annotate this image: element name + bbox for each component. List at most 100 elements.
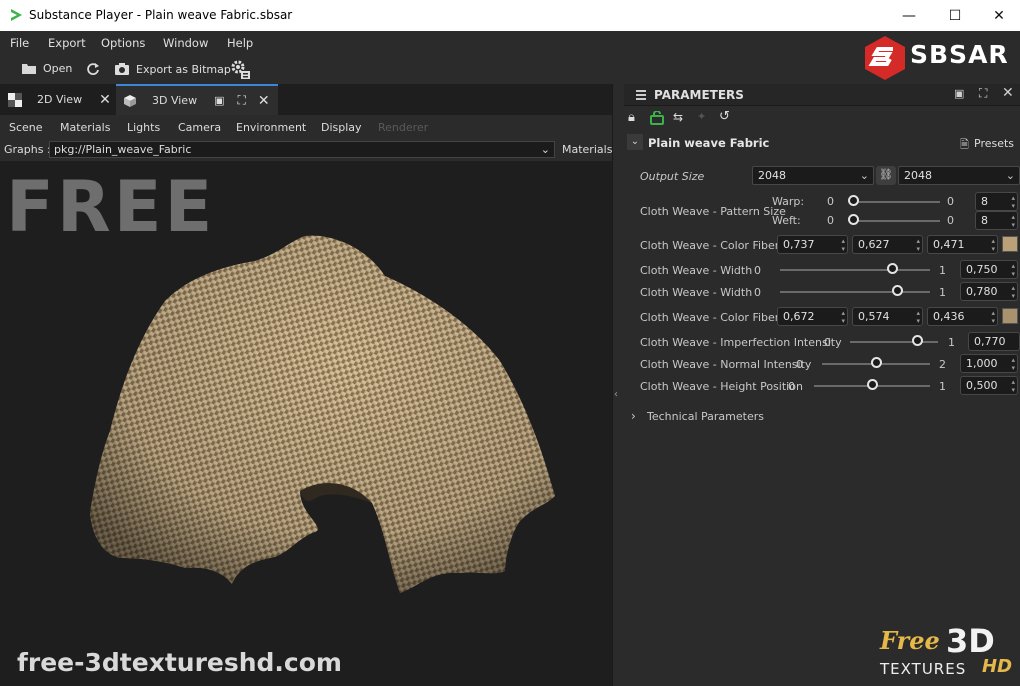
normal-max: 2 bbox=[939, 358, 946, 371]
menu-help[interactable]: Help bbox=[227, 36, 253, 50]
height-input[interactable]: 0,500 ▴ ▾ bbox=[960, 376, 1018, 395]
restore-icon[interactable]: ▣ bbox=[954, 87, 964, 100]
normal-label: Cloth Weave - Normal Intensity bbox=[640, 358, 812, 371]
panel-splitter[interactable]: ‹ bbox=[612, 84, 624, 686]
menu-export[interactable]: Export bbox=[48, 36, 86, 50]
imperfection-max: 1 bbox=[948, 336, 955, 349]
graphs-label: Graphs : bbox=[4, 143, 51, 156]
open-button[interactable]: Open bbox=[21, 62, 72, 75]
maximize-button[interactable]: ☐ bbox=[932, 0, 978, 31]
camera-icon bbox=[115, 63, 129, 75]
color1-r-input[interactable]: 0,737 ▴ ▾ bbox=[777, 235, 848, 254]
menu-lights[interactable]: Lights bbox=[127, 121, 160, 134]
weft-value: 8 bbox=[981, 214, 988, 227]
tab-3d-label: 3D View bbox=[152, 94, 198, 107]
parameters-title: PARAMETERS bbox=[654, 88, 744, 102]
chevron-down-icon[interactable]: ⌄ bbox=[627, 134, 643, 150]
parameters-panel: PARAMETERS ▣ ⛶ ✕ 🔒︎ ⇆ ✦ ↺ ⌄ Plain weave … bbox=[624, 84, 1020, 686]
sbsar-logo-text: SBSAR bbox=[910, 40, 1009, 69]
color1-swatch[interactable] bbox=[1002, 236, 1018, 252]
reset-icon[interactable]: ↺ bbox=[719, 109, 730, 124]
link-size-icon[interactable]: ⛓ bbox=[876, 166, 896, 185]
width1-max: 1 bbox=[939, 264, 946, 277]
normal-slider-handle[interactable] bbox=[870, 357, 882, 368]
weft-slider-handle[interactable] bbox=[848, 214, 859, 225]
color2-r-input[interactable]: 0,672 ▴ ▾ bbox=[777, 307, 848, 326]
close-icon[interactable]: ✕ bbox=[1002, 85, 1014, 101]
width1-label: Cloth Weave - Width bbox=[640, 264, 753, 277]
output-height-select[interactable]: 2048 ⌄ bbox=[898, 166, 1020, 185]
menu-scene[interactable]: Scene bbox=[9, 121, 43, 134]
menu-options[interactable]: Options bbox=[101, 36, 145, 50]
lock-icon[interactable]: 🔒︎ bbox=[628, 110, 635, 125]
export-bitmap-button[interactable]: Export as Bitmap bbox=[114, 62, 231, 76]
technical-parameters[interactable]: Technical Parameters bbox=[647, 410, 764, 423]
group-header[interactable]: ⌄ Plain weave Fabric 🗎 Presets bbox=[624, 132, 1020, 154]
random-seed-icon[interactable] bbox=[650, 111, 664, 125]
height-max: 1 bbox=[939, 380, 946, 393]
chevron-down-icon: ⌄ bbox=[1005, 169, 1015, 182]
tab-2d-view[interactable]: 2D View ✕ bbox=[0, 84, 114, 115]
maximize-icon[interactable]: ⛶ bbox=[979, 86, 987, 101]
warp-slider-handle[interactable] bbox=[848, 195, 859, 206]
color2-g-input[interactable]: 0,574 ▴ ▾ bbox=[852, 307, 923, 326]
imperfection-slider-track[interactable] bbox=[850, 341, 938, 343]
link-params-icon[interactable]: ⇆ bbox=[673, 110, 683, 124]
document-icon: 🗎 bbox=[960, 138, 969, 151]
color1-g-input[interactable]: 0,627 ▴ ▾ bbox=[852, 235, 923, 254]
view-tab-bar: 2D View ✕ 3D View ▣ ⛶ ✕ bbox=[0, 84, 612, 115]
width2-slider-track[interactable] bbox=[780, 291, 930, 293]
minimize-button[interactable]: — bbox=[886, 0, 932, 31]
maximize-icon[interactable]: ⛶ bbox=[237, 93, 245, 108]
menu-window[interactable]: Window bbox=[163, 36, 208, 50]
tab-3d-view[interactable]: 3D View ▣ ⛶ ✕ bbox=[116, 84, 278, 115]
color2-b-input[interactable]: 0,436 ▴ ▾ bbox=[927, 307, 998, 326]
imperfection-slider-handle[interactable] bbox=[912, 335, 924, 346]
menu-materials[interactable]: Materials bbox=[60, 121, 110, 134]
color2-b-value: 0,436 bbox=[933, 310, 965, 323]
menu-display[interactable]: Display bbox=[321, 121, 362, 134]
refresh-button[interactable] bbox=[86, 62, 100, 76]
weft-input[interactable]: 8 ▴ ▾ bbox=[975, 211, 1018, 230]
normal-value: 1,000 bbox=[966, 357, 998, 370]
color2-swatch[interactable] bbox=[1002, 308, 1018, 324]
normal-input[interactable]: 1,000 ▴ ▾ bbox=[960, 354, 1018, 373]
output-width-select[interactable]: 2048 ⌄ bbox=[752, 166, 874, 185]
menu-environment[interactable]: Environment bbox=[236, 121, 306, 134]
folder-icon bbox=[22, 64, 36, 74]
restore-icon[interactable]: ▣ bbox=[214, 94, 224, 107]
sbsar-logo: SBSAR bbox=[862, 34, 1008, 82]
height-value: 0,500 bbox=[966, 379, 998, 392]
normal-min: 0 bbox=[796, 358, 803, 371]
color1-b-value: 0,471 bbox=[933, 238, 965, 251]
warp-input[interactable]: 8 ▴ ▾ bbox=[975, 192, 1018, 211]
warp-slider-track[interactable] bbox=[850, 201, 940, 203]
3d-viewport[interactable]: FREE free-3dtextureshd.com bbox=[0, 161, 612, 686]
width2-input[interactable]: 0,780 ▴ ▾ bbox=[960, 282, 1018, 301]
graphs-select[interactable]: pkg://Plain_weave_Fabric ⌄ bbox=[49, 141, 555, 158]
imperfection-input[interactable]: 0,770 bbox=[968, 332, 1020, 351]
close-icon[interactable]: ✕ bbox=[99, 92, 111, 108]
menu-camera[interactable]: Camera bbox=[178, 121, 221, 134]
close-icon[interactable]: ✕ bbox=[258, 93, 270, 109]
menu-file[interactable]: File bbox=[10, 36, 29, 50]
width1-input[interactable]: 0,750 ▴ ▾ bbox=[960, 260, 1018, 279]
weft-slider-track[interactable] bbox=[850, 220, 940, 222]
settings-button[interactable] bbox=[229, 58, 251, 80]
output-size-label: Output Size bbox=[640, 170, 705, 183]
imperfection-label: Cloth Weave - Imperfection Intensity bbox=[640, 336, 842, 349]
width2-slider-handle[interactable] bbox=[891, 285, 903, 296]
materials-button[interactable]: Materials bbox=[562, 143, 612, 156]
close-button[interactable]: ✕ bbox=[976, 0, 1020, 31]
presets-button[interactable]: Presets bbox=[974, 137, 1014, 150]
badge-3d: 3D bbox=[946, 622, 995, 660]
color1-b-input[interactable]: 0,471 ▴ ▾ bbox=[927, 235, 998, 254]
width1-slider-handle[interactable] bbox=[887, 263, 898, 274]
height-slider-handle[interactable] bbox=[866, 379, 878, 390]
window-title: Substance Player - Plain weave Fabric.sb… bbox=[29, 8, 293, 22]
weft-min: 0 bbox=[827, 214, 834, 227]
chevron-right-icon[interactable]: › bbox=[631, 409, 636, 423]
collapse-left-icon[interactable]: ‹ bbox=[614, 389, 618, 400]
width1-slider-track[interactable] bbox=[780, 269, 930, 271]
warp-min: 0 bbox=[827, 195, 834, 208]
